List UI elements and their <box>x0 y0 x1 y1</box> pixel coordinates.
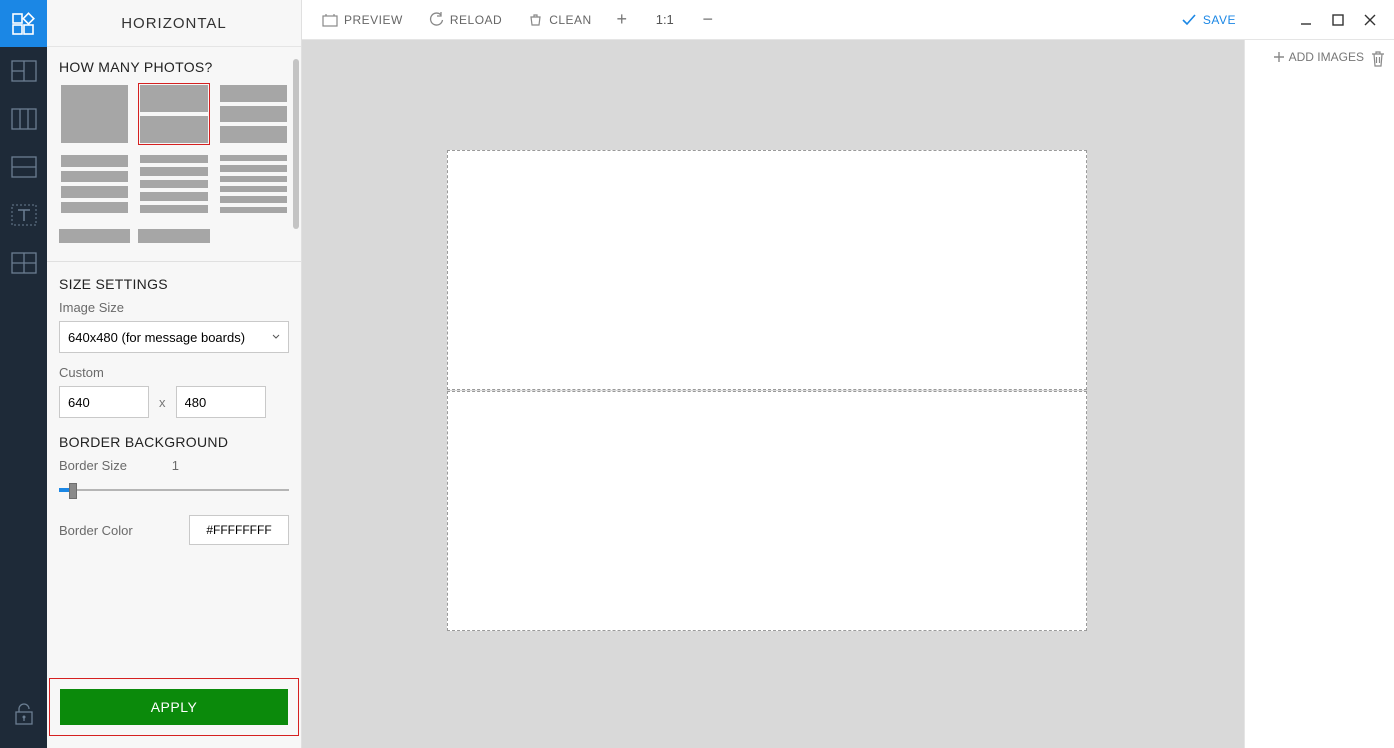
window-close[interactable] <box>1356 6 1384 34</box>
side-panel: HORIZONTAL HOW MANY PHOTOS? SIZE SETTING… <box>47 0 302 748</box>
layout-extra-1[interactable] <box>59 229 130 243</box>
layout-5-rows[interactable] <box>138 153 209 215</box>
size-heading: SIZE SETTINGS <box>59 276 289 292</box>
zoom-in-button[interactable]: + <box>608 9 636 30</box>
window-maximize[interactable] <box>1324 6 1352 34</box>
photo-count-grid-2 <box>59 229 289 243</box>
layout-1-row[interactable] <box>59 83 130 145</box>
divider <box>47 261 301 262</box>
trash-icon <box>1370 50 1386 68</box>
collage-canvas <box>447 150 1087 632</box>
custom-label: Custom <box>59 365 289 380</box>
left-rail <box>0 0 47 748</box>
layout-extra-2[interactable] <box>138 229 209 243</box>
layout-3-rows[interactable] <box>218 83 289 145</box>
border-color-input[interactable] <box>189 515 289 545</box>
check-icon <box>1181 13 1197 27</box>
image-size-label: Image Size <box>59 300 289 315</box>
grid-2x2-icon <box>11 60 37 82</box>
photos-heading: HOW MANY PHOTOS? <box>59 59 289 75</box>
rail-layout-grid[interactable] <box>0 47 47 95</box>
panel-title: HORIZONTAL <box>47 0 301 47</box>
rail-layout-rows[interactable] <box>0 143 47 191</box>
clean-button[interactable]: CLEAN <box>518 8 602 31</box>
custom-height-input[interactable] <box>176 386 266 418</box>
layout-6-rows[interactable] <box>218 153 289 215</box>
photo-count-grid <box>59 83 289 215</box>
rows-icon <box>11 156 37 178</box>
custom-x: x <box>159 395 166 410</box>
reload-button[interactable]: RELOAD <box>419 8 512 31</box>
zoom-ratio: 1:1 <box>642 12 688 27</box>
canvas-area <box>302 40 1244 748</box>
rail-layout-quad[interactable] <box>0 239 47 287</box>
plus-icon <box>1273 51 1285 63</box>
text-icon <box>11 204 37 226</box>
image-size-select[interactable]: 640x480 (for message boards) <box>59 321 289 353</box>
rail-lock[interactable] <box>0 690 47 738</box>
chevron-down-icon <box>272 334 280 340</box>
apply-button[interactable]: APPLY <box>60 689 288 725</box>
canvas-slot-1[interactable] <box>447 150 1087 390</box>
panel-scrollbar[interactable] <box>293 59 299 229</box>
layout-2-rows[interactable] <box>138 83 209 145</box>
clean-icon <box>528 12 543 27</box>
close-icon <box>1364 14 1376 26</box>
main-area: PREVIEW RELOAD CLEAN + 1:1 − SAVE <box>302 0 1394 748</box>
border-size-slider[interactable] <box>59 481 289 499</box>
border-size-value: 1 <box>172 458 179 473</box>
maximize-icon <box>1332 14 1344 26</box>
columns-icon <box>11 108 37 130</box>
zoom-out-button[interactable]: − <box>694 9 722 30</box>
app-logo <box>0 0 47 47</box>
border-bg-heading: BORDER BACKGROUND <box>59 434 289 450</box>
reload-icon <box>429 12 444 27</box>
logo-icon <box>11 11 37 37</box>
right-column: ADD IMAGES <box>1244 40 1394 748</box>
rail-text[interactable] <box>0 191 47 239</box>
custom-width-input[interactable] <box>59 386 149 418</box>
apply-highlight: APPLY <box>49 678 299 736</box>
image-size-value: 640x480 (for message boards) <box>68 330 245 345</box>
preview-button[interactable]: PREVIEW <box>312 9 413 31</box>
border-size-label: Border Size <box>59 458 127 473</box>
rail-layout-columns[interactable] <box>0 95 47 143</box>
canvas-slot-2[interactable] <box>447 391 1087 631</box>
preview-icon <box>322 13 338 27</box>
quad-icon <box>11 252 37 274</box>
delete-button[interactable] <box>1370 50 1386 73</box>
border-color-label: Border Color <box>59 523 133 538</box>
layout-4-rows[interactable] <box>59 153 130 215</box>
save-button[interactable]: SAVE <box>1171 9 1246 31</box>
minimize-icon <box>1300 14 1312 26</box>
add-images-button[interactable]: ADD IMAGES <box>1273 50 1364 64</box>
top-toolbar: PREVIEW RELOAD CLEAN + 1:1 − SAVE <box>302 0 1394 40</box>
lock-icon <box>13 702 35 726</box>
window-minimize[interactable] <box>1292 6 1320 34</box>
